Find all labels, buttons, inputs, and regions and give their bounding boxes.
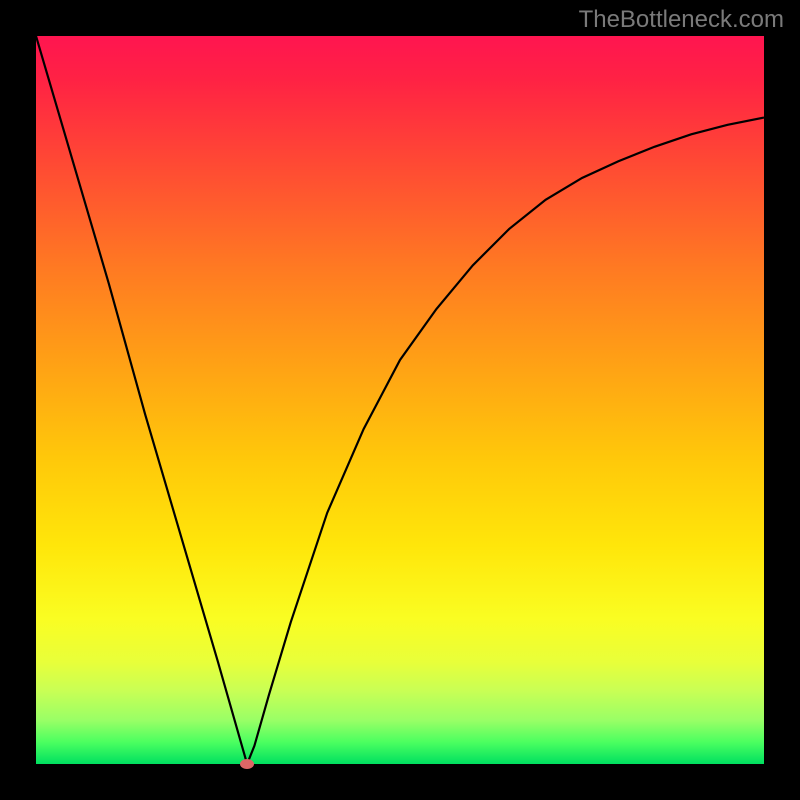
minimum-marker xyxy=(240,759,254,769)
chart-curve xyxy=(36,36,764,764)
chart-area xyxy=(36,36,764,764)
watermark: TheBottleneck.com xyxy=(579,6,784,34)
